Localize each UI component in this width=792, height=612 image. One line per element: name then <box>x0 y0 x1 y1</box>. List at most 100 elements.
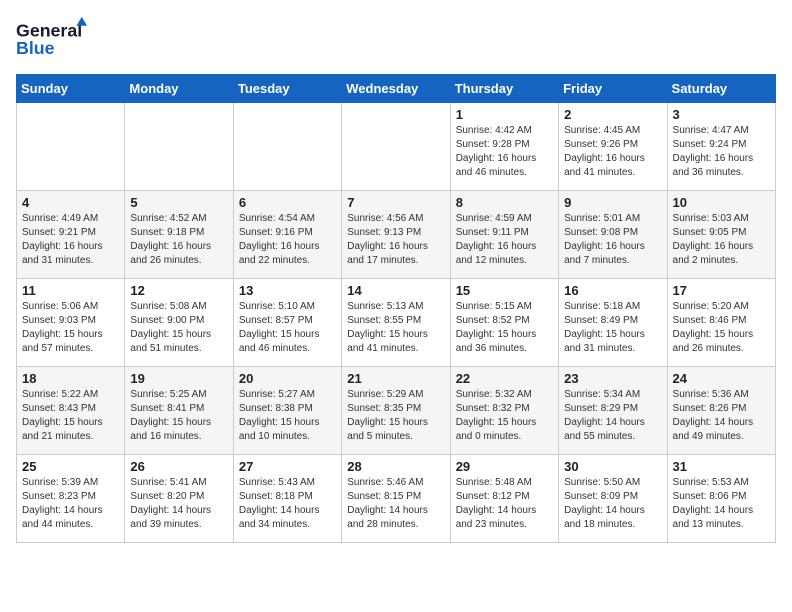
day-info: Sunrise: 5:39 AM Sunset: 8:23 PM Dayligh… <box>22 476 119 532</box>
calendar-cell: 4 Sunrise: 4:49 AM Sunset: 9:21 PM Daylig… <box>17 191 125 279</box>
day-number: 6 <box>239 195 336 210</box>
calendar-cell: 31 Sunrise: 5:53 AM Sunset: 8:06 PM Dayli… <box>667 455 775 543</box>
calendar-cell: 9 Sunrise: 5:01 AM Sunset: 9:08 PM Daylig… <box>559 191 667 279</box>
calendar-cell: 27Sunrise: 5:43 AM Sunset: 8:18 PM Dayli… <box>233 455 341 543</box>
day-number: 23 <box>564 371 661 386</box>
calendar-cell: 6 Sunrise: 4:54 AM Sunset: 9:16 PM Daylig… <box>233 191 341 279</box>
day-number: 20 <box>239 371 336 386</box>
weekday-header-tuesday: Tuesday <box>233 75 341 103</box>
calendar-cell: 21 Sunrise: 5:29 AM Sunset: 8:35 PM Dayli… <box>342 367 450 455</box>
week-row-1: 1Sunrise: 4:42 AM Sunset: 9:28 PM Daylig… <box>17 103 776 191</box>
day-info: Sunrise: 4:47 AM Sunset: 9:24 PM Dayligh… <box>673 124 770 180</box>
calendar-cell: 2Sunrise: 4:45 AM Sunset: 9:26 PM Daylig… <box>559 103 667 191</box>
calendar-cell: 22Sunrise: 5:32 AM Sunset: 8:32 PM Dayli… <box>450 367 558 455</box>
day-info: Sunrise: 5:10 AM Sunset: 8:57 PM Dayligh… <box>239 300 336 356</box>
calendar-cell: 13 Sunrise: 5:10 AM Sunset: 8:57 PM Dayli… <box>233 279 341 367</box>
weekday-header-thursday: Thursday <box>450 75 558 103</box>
day-info: Sunrise: 5:53 AM Sunset: 8:06 PM Dayligh… <box>673 476 770 532</box>
calendar-cell <box>17 103 125 191</box>
weekday-header-friday: Friday <box>559 75 667 103</box>
day-info: Sunrise: 5:03 AM Sunset: 9:05 PM Dayligh… <box>673 212 770 268</box>
calendar-cell: 23 Sunrise: 5:34 AM Sunset: 8:29 PM Dayli… <box>559 367 667 455</box>
day-number: 24 <box>673 371 770 386</box>
logo-area: General Blue <box>16 16 96 64</box>
calendar-cell: 3 Sunrise: 4:47 AM Sunset: 9:24 PM Daylig… <box>667 103 775 191</box>
day-info: Sunrise: 4:42 AM Sunset: 9:28 PM Dayligh… <box>456 124 553 180</box>
day-number: 7 <box>347 195 444 210</box>
calendar-cell: 20Sunrise: 5:27 AM Sunset: 8:38 PM Dayli… <box>233 367 341 455</box>
svg-text:Blue: Blue <box>16 38 55 58</box>
day-number: 2 <box>564 107 661 122</box>
day-info: Sunrise: 5:29 AM Sunset: 8:35 PM Dayligh… <box>347 388 444 444</box>
day-info: Sunrise: 4:56 AM Sunset: 9:13 PM Dayligh… <box>347 212 444 268</box>
calendar-cell: 29 Sunrise: 5:48 AM Sunset: 8:12 PM Dayli… <box>450 455 558 543</box>
day-number: 4 <box>22 195 119 210</box>
calendar-cell: 8 Sunrise: 4:59 AM Sunset: 9:11 PM Daylig… <box>450 191 558 279</box>
day-number: 25 <box>22 459 119 474</box>
calendar-cell: 25 Sunrise: 5:39 AM Sunset: 8:23 PM Dayli… <box>17 455 125 543</box>
day-info: Sunrise: 5:06 AM Sunset: 9:03 PM Dayligh… <box>22 300 119 356</box>
day-info: Sunrise: 5:15 AM Sunset: 8:52 PM Dayligh… <box>456 300 553 356</box>
day-number: 31 <box>673 459 770 474</box>
day-info: Sunrise: 5:48 AM Sunset: 8:12 PM Dayligh… <box>456 476 553 532</box>
day-info: Sunrise: 5:34 AM Sunset: 8:29 PM Dayligh… <box>564 388 661 444</box>
day-number: 19 <box>130 371 227 386</box>
day-number: 17 <box>673 283 770 298</box>
calendar-cell: 7 Sunrise: 4:56 AM Sunset: 9:13 PM Daylig… <box>342 191 450 279</box>
calendar-cell: 18 Sunrise: 5:22 AM Sunset: 8:43 PM Dayli… <box>17 367 125 455</box>
day-info: Sunrise: 5:41 AM Sunset: 8:20 PM Dayligh… <box>130 476 227 532</box>
calendar-cell: 12Sunrise: 5:08 AM Sunset: 9:00 PM Dayli… <box>125 279 233 367</box>
calendar-table: SundayMondayTuesdayWednesdayThursdayFrid… <box>16 74 776 543</box>
day-number: 22 <box>456 371 553 386</box>
day-number: 5 <box>130 195 227 210</box>
day-number: 8 <box>456 195 553 210</box>
day-number: 29 <box>456 459 553 474</box>
day-info: Sunrise: 5:22 AM Sunset: 8:43 PM Dayligh… <box>22 388 119 444</box>
day-info: Sunrise: 5:08 AM Sunset: 9:00 PM Dayligh… <box>130 300 227 356</box>
header: General Blue <box>16 16 776 64</box>
day-info: Sunrise: 5:20 AM Sunset: 8:46 PM Dayligh… <box>673 300 770 356</box>
logo-svg: General Blue <box>16 16 96 64</box>
day-info: Sunrise: 5:25 AM Sunset: 8:41 PM Dayligh… <box>130 388 227 444</box>
weekday-header-monday: Monday <box>125 75 233 103</box>
day-info: Sunrise: 4:59 AM Sunset: 9:11 PM Dayligh… <box>456 212 553 268</box>
day-info: Sunrise: 5:50 AM Sunset: 8:09 PM Dayligh… <box>564 476 661 532</box>
day-info: Sunrise: 5:43 AM Sunset: 8:18 PM Dayligh… <box>239 476 336 532</box>
weekday-header-row: SundayMondayTuesdayWednesdayThursdayFrid… <box>17 75 776 103</box>
day-info: Sunrise: 5:36 AM Sunset: 8:26 PM Dayligh… <box>673 388 770 444</box>
page: General Blue SundayMondayTuesdayWednesda… <box>0 0 792 559</box>
day-number: 10 <box>673 195 770 210</box>
day-number: 15 <box>456 283 553 298</box>
day-number: 3 <box>673 107 770 122</box>
calendar-cell: 16Sunrise: 5:18 AM Sunset: 8:49 PM Dayli… <box>559 279 667 367</box>
day-info: Sunrise: 4:52 AM Sunset: 9:18 PM Dayligh… <box>130 212 227 268</box>
calendar-cell <box>233 103 341 191</box>
weekday-header-saturday: Saturday <box>667 75 775 103</box>
day-info: Sunrise: 4:54 AM Sunset: 9:16 PM Dayligh… <box>239 212 336 268</box>
calendar-cell: 14 Sunrise: 5:13 AM Sunset: 8:55 PM Dayli… <box>342 279 450 367</box>
calendar-cell: 15 Sunrise: 5:15 AM Sunset: 8:52 PM Dayli… <box>450 279 558 367</box>
calendar-cell: 30Sunrise: 5:50 AM Sunset: 8:09 PM Dayli… <box>559 455 667 543</box>
calendar-cell: 10 Sunrise: 5:03 AM Sunset: 9:05 PM Dayli… <box>667 191 775 279</box>
calendar-cell: 19 Sunrise: 5:25 AM Sunset: 8:41 PM Dayli… <box>125 367 233 455</box>
day-number: 9 <box>564 195 661 210</box>
week-row-3: 11Sunrise: 5:06 AM Sunset: 9:03 PM Dayli… <box>17 279 776 367</box>
calendar-cell: 26Sunrise: 5:41 AM Sunset: 8:20 PM Dayli… <box>125 455 233 543</box>
weekday-header-wednesday: Wednesday <box>342 75 450 103</box>
day-number: 13 <box>239 283 336 298</box>
calendar-cell <box>125 103 233 191</box>
day-info: Sunrise: 4:49 AM Sunset: 9:21 PM Dayligh… <box>22 212 119 268</box>
day-number: 18 <box>22 371 119 386</box>
day-info: Sunrise: 5:46 AM Sunset: 8:15 PM Dayligh… <box>347 476 444 532</box>
calendar-cell <box>342 103 450 191</box>
day-number: 21 <box>347 371 444 386</box>
calendar-cell: 24 Sunrise: 5:36 AM Sunset: 8:26 PM Dayli… <box>667 367 775 455</box>
day-number: 14 <box>347 283 444 298</box>
calendar-cell: 17 Sunrise: 5:20 AM Sunset: 8:46 PM Dayli… <box>667 279 775 367</box>
day-info: Sunrise: 5:01 AM Sunset: 9:08 PM Dayligh… <box>564 212 661 268</box>
week-row-4: 18 Sunrise: 5:22 AM Sunset: 8:43 PM Dayli… <box>17 367 776 455</box>
week-row-2: 4 Sunrise: 4:49 AM Sunset: 9:21 PM Daylig… <box>17 191 776 279</box>
calendar-cell: 11Sunrise: 5:06 AM Sunset: 9:03 PM Dayli… <box>17 279 125 367</box>
day-info: Sunrise: 5:13 AM Sunset: 8:55 PM Dayligh… <box>347 300 444 356</box>
day-number: 16 <box>564 283 661 298</box>
